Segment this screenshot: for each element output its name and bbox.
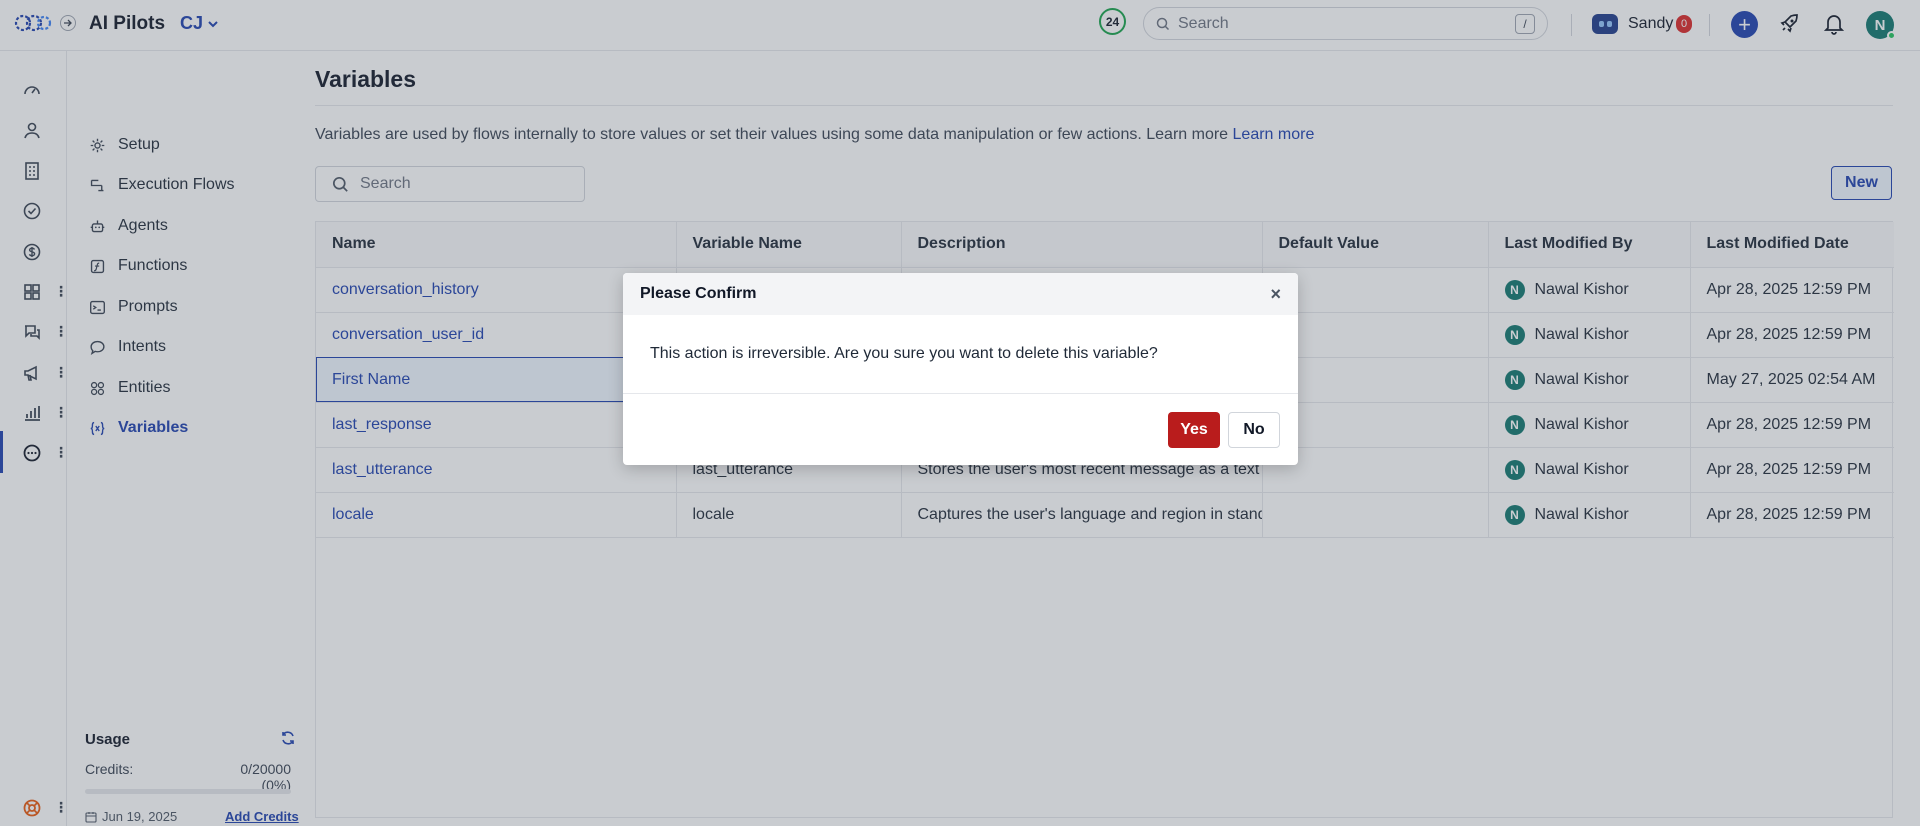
close-icon[interactable]: × [1270, 284, 1281, 305]
confirm-yes-button[interactable]: Yes [1168, 412, 1220, 448]
dialog-footer: Yes No [623, 394, 1298, 465]
confirm-no-button[interactable]: No [1228, 412, 1280, 448]
app-root: AI Pilots CJ 24 Search / Sandy 0 + N ⋮ ⋮… [0, 0, 1920, 826]
dialog-title: Please Confirm [640, 285, 757, 302]
confirm-dialog: Please Confirm × This action is irrevers… [623, 273, 1298, 465]
dialog-header: Please Confirm × [623, 273, 1298, 315]
dialog-message: This action is irreversible. Are you sur… [623, 315, 1298, 394]
